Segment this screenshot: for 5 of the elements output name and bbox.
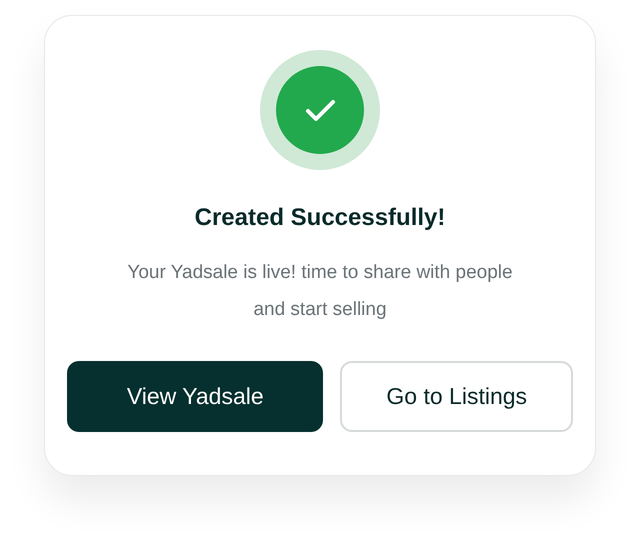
listings-button[interactable]: Go to Listings: [340, 361, 573, 432]
dialog-title: Created Successfully!: [194, 204, 446, 232]
dialog-message: Your Yadsale is live! time to share with people and start selling: [126, 261, 514, 322]
success-check-icon: [260, 50, 380, 170]
view-button[interactable]: View Yadsale: [67, 361, 324, 432]
